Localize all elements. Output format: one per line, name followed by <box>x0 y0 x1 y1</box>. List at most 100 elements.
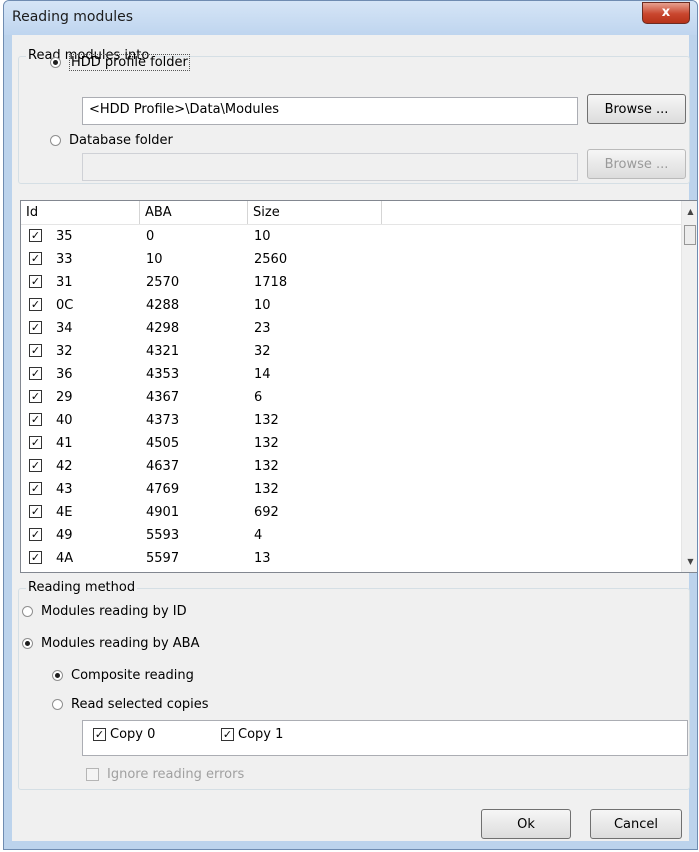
row-check-icon[interactable]: ✓ <box>29 229 42 242</box>
selected-copies-radio[interactable]: Read selected copies <box>52 697 209 712</box>
row-check-icon[interactable]: ✓ <box>29 344 42 357</box>
composite-reading-radio[interactable]: Composite reading <box>52 668 194 683</box>
dialog-window: Reading modules x Read modules into HDD … <box>3 0 698 850</box>
read-by-id-radio[interactable]: Modules reading by ID <box>22 604 187 619</box>
database-folder-label: Database folder <box>69 133 173 148</box>
table-row[interactable]: ✓ 32 4321 32 <box>21 340 681 363</box>
row-id: 49 <box>56 528 73 543</box>
table-row[interactable]: ✓ 35 0 10 <box>21 225 681 248</box>
hdd-profile-radio[interactable]: HDD profile folder <box>50 54 190 71</box>
row-id: 41 <box>56 436 73 451</box>
row-id: 4E <box>56 505 73 520</box>
table-row[interactable]: ✓ 4E 4901 692 <box>21 501 681 524</box>
table-row[interactable]: ✓ 49 5593 4 <box>21 524 681 547</box>
check-icon: ✓ <box>93 728 106 741</box>
hdd-path-field[interactable]: <HDD Profile>\Data\Modules <box>82 97 578 125</box>
copy0-checkbox[interactable]: ✓ Copy 0 <box>93 727 155 742</box>
row-id: 36 <box>56 367 73 382</box>
row-check-icon[interactable]: ✓ <box>29 298 42 311</box>
ok-button[interactable]: Ok <box>481 809 571 839</box>
radio-selected-icon <box>50 57 61 68</box>
window-title: Reading modules <box>12 9 134 25</box>
scroll-thumb[interactable] <box>684 225 696 245</box>
row-id: 42 <box>56 459 73 474</box>
ignore-errors-checkbox[interactable]: Ignore reading errors <box>86 767 244 782</box>
read-by-aba-radio[interactable]: Modules reading by ABA <box>22 636 199 651</box>
table-row[interactable]: ✓ 41 4505 132 <box>21 432 681 455</box>
row-check-icon[interactable]: ✓ <box>29 390 42 403</box>
table-row[interactable]: ✓ 31 2570 1718 <box>21 271 681 294</box>
radio-selected-icon <box>22 638 33 649</box>
row-id: 32 <box>56 344 73 359</box>
row-size: 132 <box>254 436 279 451</box>
list-rows: ✓ 35 0 10 ✓ 33 10 2560 ✓ 31 2570 1718 ✓ 0C 4288 10 ✓ 34 42… <box>21 225 681 570</box>
row-size: 1718 <box>254 275 288 290</box>
row-aba: 4637 <box>146 459 180 474</box>
modules-list[interactable]: Id ABA Size ✓ 35 0 10 ✓ 33 10 2560 ✓ 31 2570 1718 ✓ 0… <box>20 200 697 573</box>
database-path-field[interactable] <box>82 153 578 181</box>
row-check-icon[interactable]: ✓ <box>29 413 42 426</box>
column-header-size[interactable]: Size <box>248 201 382 224</box>
table-row[interactable]: ✓ 42 4637 132 <box>21 455 681 478</box>
title-bar[interactable]: Reading modules x <box>4 1 697 35</box>
row-check-icon[interactable]: ✓ <box>29 505 42 518</box>
row-aba: 4353 <box>146 367 180 382</box>
row-size: 14 <box>254 367 271 382</box>
radio-selected-icon <box>52 670 63 681</box>
row-aba: 5597 <box>146 551 180 566</box>
copy1-label: Copy 1 <box>238 727 284 742</box>
hdd-browse-button[interactable]: Browse ... <box>587 94 686 124</box>
scroll-up-icon[interactable]: ▲ <box>682 203 697 220</box>
list-header: Id ABA Size <box>21 201 681 225</box>
composite-reading-label: Composite reading <box>71 668 194 683</box>
row-aba: 4321 <box>146 344 180 359</box>
row-aba: 4505 <box>146 436 180 451</box>
row-aba: 4901 <box>146 505 180 520</box>
row-check-icon[interactable]: ✓ <box>29 482 42 495</box>
row-check-icon[interactable]: ✓ <box>29 551 42 564</box>
scroll-down-icon[interactable]: ▼ <box>682 553 697 570</box>
table-row[interactable]: ✓ 4A 5597 13 <box>21 547 681 570</box>
row-id: 43 <box>56 482 73 497</box>
check-icon: ✓ <box>221 728 234 741</box>
row-size: 132 <box>254 482 279 497</box>
table-row[interactable]: ✓ 43 4769 132 <box>21 478 681 501</box>
row-aba: 10 <box>146 252 163 267</box>
row-check-icon[interactable]: ✓ <box>29 321 42 334</box>
row-check-icon[interactable]: ✓ <box>29 459 42 472</box>
close-button[interactable]: x <box>642 2 690 24</box>
table-row[interactable]: ✓ 29 4367 6 <box>21 386 681 409</box>
table-row[interactable]: ✓ 40 4373 132 <box>21 409 681 432</box>
table-row[interactable]: ✓ 0C 4288 10 <box>21 294 681 317</box>
cancel-button[interactable]: Cancel <box>590 809 682 839</box>
row-size: 6 <box>254 390 263 405</box>
row-id: 40 <box>56 413 73 428</box>
vertical-scrollbar[interactable]: ▲ ▼ <box>681 201 697 572</box>
table-row[interactable]: ✓ 36 4353 14 <box>21 363 681 386</box>
row-id: 33 <box>56 252 73 267</box>
row-size: 10 <box>254 298 271 313</box>
ignore-errors-label: Ignore reading errors <box>107 767 245 782</box>
row-check-icon[interactable]: ✓ <box>29 528 42 541</box>
row-aba: 4298 <box>146 321 180 336</box>
row-id: 31 <box>56 275 73 290</box>
reading-method-legend: Reading method <box>26 580 138 595</box>
row-aba: 4373 <box>146 413 180 428</box>
copy1-checkbox[interactable]: ✓ Copy 1 <box>221 727 283 742</box>
row-check-icon[interactable]: ✓ <box>29 367 42 380</box>
table-row[interactable]: ✓ 34 4298 23 <box>21 317 681 340</box>
row-size: 13 <box>254 551 271 566</box>
table-row[interactable]: ✓ 33 10 2560 <box>21 248 681 271</box>
row-size: 2560 <box>254 252 288 267</box>
row-check-icon[interactable]: ✓ <box>29 275 42 288</box>
database-browse-button[interactable]: Browse ... <box>587 149 686 179</box>
row-size: 32 <box>254 344 271 359</box>
row-check-icon[interactable]: ✓ <box>29 252 42 265</box>
row-id: 29 <box>56 390 73 405</box>
column-header-aba[interactable]: ABA <box>140 201 248 224</box>
column-header-id[interactable]: Id <box>21 201 140 224</box>
database-folder-radio[interactable]: Database folder <box>50 133 173 148</box>
radio-unselected-icon <box>50 135 61 146</box>
row-check-icon[interactable]: ✓ <box>29 436 42 449</box>
row-size: 132 <box>254 459 279 474</box>
